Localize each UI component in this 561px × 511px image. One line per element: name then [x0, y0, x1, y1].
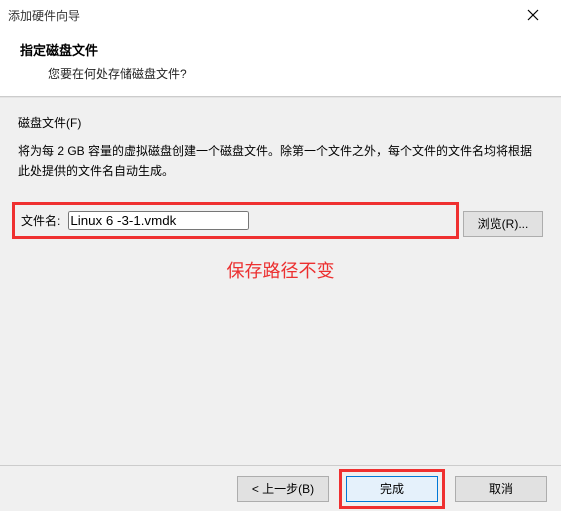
filename-highlight-box: 文件名:	[12, 202, 459, 239]
close-button[interactable]	[513, 0, 553, 30]
close-icon	[527, 9, 539, 21]
wizard-header: 指定磁盘文件 您要在何处存储磁盘文件?	[0, 30, 561, 97]
section-label: 磁盘文件(F)	[18, 114, 543, 131]
filename-input[interactable]	[68, 211, 249, 230]
filename-label: 文件名:	[21, 212, 60, 229]
back-button[interactable]: < 上一步(B)	[237, 476, 329, 502]
header-title: 指定磁盘文件	[20, 40, 541, 59]
finish-button[interactable]: 完成	[346, 476, 438, 502]
cancel-button[interactable]: 取消	[455, 476, 547, 502]
wizard-footer: < 上一步(B) 完成 取消	[0, 465, 561, 511]
window-title: 添加硬件向导	[8, 7, 513, 24]
annotation-text: 保存路径不变	[18, 257, 543, 283]
wizard-content: 磁盘文件(F) 将为每 2 GB 容量的虚拟磁盘创建一个磁盘文件。除第一个文件之…	[0, 97, 561, 465]
browse-button[interactable]: 浏览(R)...	[463, 211, 543, 237]
description-text: 将为每 2 GB 容量的虚拟磁盘创建一个磁盘文件。除第一个文件之外，每个文件的文…	[18, 141, 543, 182]
finish-highlight-box: 完成	[339, 469, 445, 509]
titlebar: 添加硬件向导	[0, 0, 561, 30]
header-subtitle: 您要在何处存储磁盘文件?	[20, 65, 541, 82]
